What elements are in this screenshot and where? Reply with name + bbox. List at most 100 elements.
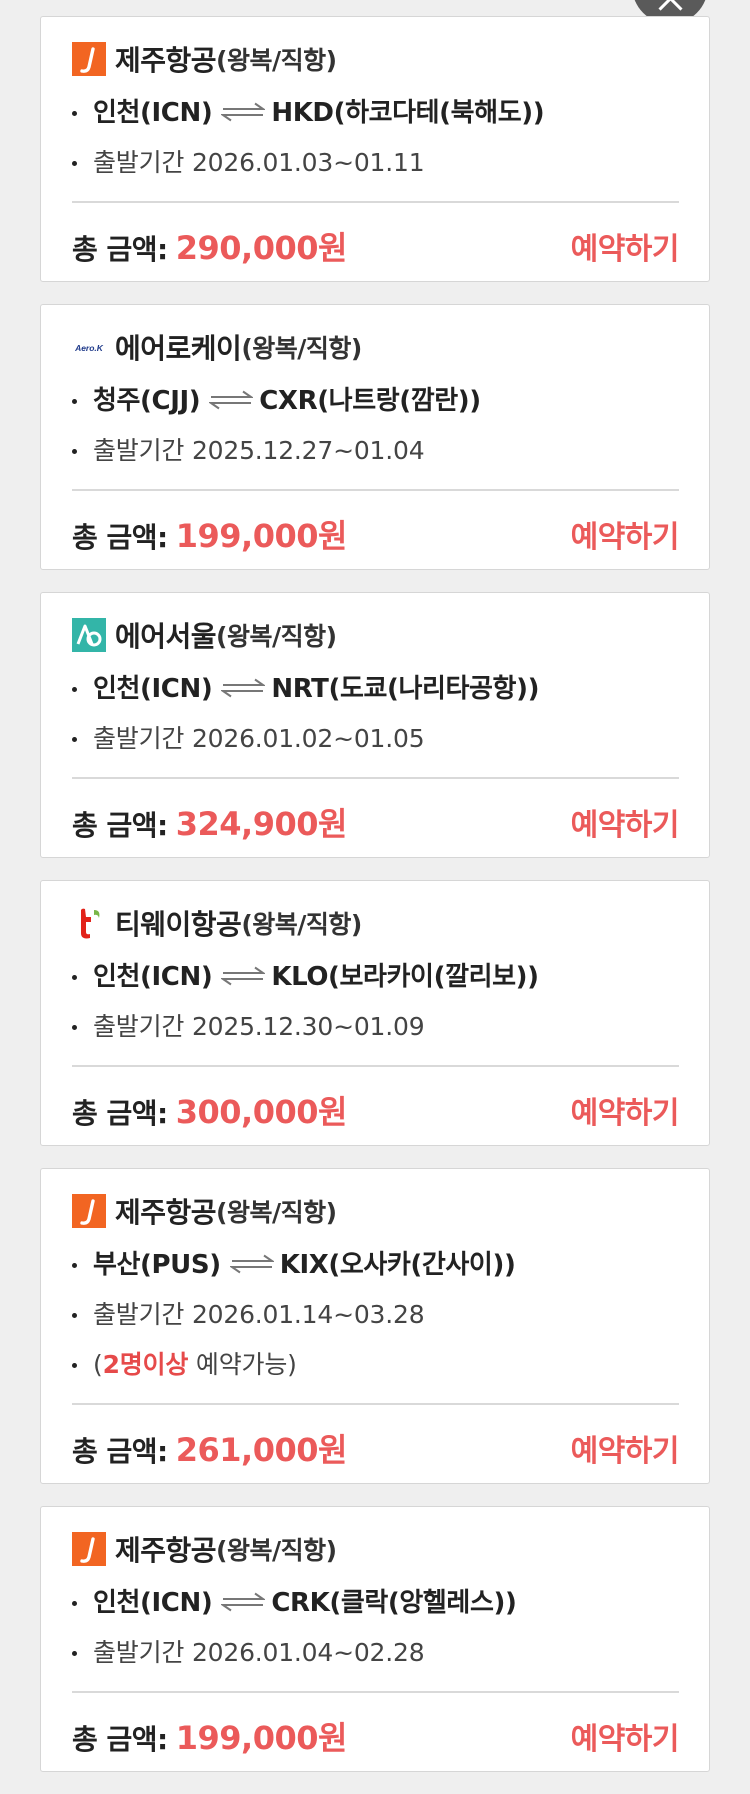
origin: 인천(ICN)	[93, 674, 213, 704]
deal-card[interactable]: Aero.K 에어로케이 (왕복/직항) 청주(CJJ) CXR(나트랑(깜란))…	[40, 304, 710, 570]
origin: 청주(CJJ)	[93, 386, 201, 416]
deal-card[interactable]: 에어서울 (왕복/직항) 인천(ICN) NRT(도쿄(나리타공항)) 출발기간 …	[40, 592, 710, 858]
total-label: 총 금액:	[72, 1723, 168, 1756]
departure-period: 출발기간 2026.01.02~01.05	[72, 721, 679, 757]
card-header: 제주항공 (왕복/직항)	[72, 41, 679, 77]
route: 인천(ICN) CRK(클락(앙헬레스))	[72, 1585, 679, 1621]
departure-period: 출발기간 2026.01.14~03.28	[72, 1297, 679, 1333]
total-label: 총 금액:	[72, 809, 168, 842]
total-price: 총 금액: 199,000원	[72, 1713, 347, 1759]
trip-type: (왕복/직항)	[241, 334, 362, 363]
card-footer: 총 금액: 261,000원 예약하기	[72, 1413, 680, 1483]
round-trip-arrows-icon	[221, 678, 266, 698]
card-header: 에어서울 (왕복/직항)	[72, 617, 679, 653]
round-trip-arrows-icon	[221, 1592, 266, 1612]
departure-period: 출발기간 2026.01.03~01.11	[72, 145, 679, 181]
total-label: 총 금액:	[72, 233, 168, 266]
total-price: 총 금액: 300,000원	[72, 1087, 347, 1133]
round-trip-arrows-icon	[221, 102, 266, 122]
origin: 부산(PUS)	[93, 1250, 221, 1280]
trip-type: (왕복/직항)	[216, 1536, 337, 1565]
card-footer: 총 금액: 199,000원 예약하기	[72, 499, 680, 569]
card-footer: 총 금액: 199,000원 예약하기	[72, 1701, 680, 1771]
card-footer: 총 금액: 300,000원 예약하기	[72, 1075, 680, 1145]
book-button[interactable]: 예약하기	[571, 224, 680, 268]
svg-text:Aero.K: Aero.K	[74, 343, 104, 353]
price-value: 290,000원	[175, 229, 348, 267]
trip-type: (왕복/직항)	[216, 1198, 337, 1227]
destination: KLO(보라카이(깔리보))	[271, 962, 539, 992]
round-trip-arrows-icon	[229, 1254, 274, 1274]
total-price: 총 금액: 290,000원	[72, 223, 347, 269]
airline-name: 티웨이항공	[115, 908, 242, 941]
airline-name: 제주항공	[115, 1196, 217, 1229]
airline-name: 제주항공	[115, 1534, 217, 1567]
divider	[72, 201, 679, 203]
trip-type: (왕복/직항)	[241, 910, 362, 939]
book-button[interactable]: 예약하기	[571, 512, 680, 556]
total-price: 총 금액: 199,000원	[72, 511, 347, 557]
price-value: 199,000원	[175, 517, 348, 555]
route: 부산(PUS) KIX(오사카(간사이))	[72, 1247, 679, 1283]
note-highlight: 2명이상	[102, 1350, 189, 1379]
air-seoul-logo	[72, 618, 106, 652]
divider	[72, 1065, 679, 1067]
total-label: 총 금액:	[72, 1097, 168, 1130]
divider	[72, 1691, 679, 1693]
trip-type: (왕복/직항)	[216, 46, 337, 75]
origin: 인천(ICN)	[93, 1588, 213, 1618]
tway-logo	[72, 906, 106, 940]
price-value: 261,000원	[175, 1431, 348, 1469]
total-label: 총 금액:	[72, 521, 168, 554]
route: 인천(ICN) NRT(도쿄(나리타공항))	[72, 671, 679, 707]
destination: CRK(클락(앙헬레스))	[271, 1588, 517, 1618]
round-trip-arrows-icon	[209, 390, 254, 410]
total-price: 총 금액: 324,900원	[72, 799, 347, 845]
card-header: 제주항공 (왕복/직항)	[72, 1531, 679, 1567]
route: 인천(ICN) KLO(보라카이(깔리보))	[72, 959, 679, 995]
note-rest: 예약가능)	[188, 1350, 297, 1379]
trip-type: (왕복/직항)	[216, 622, 337, 651]
destination: NRT(도쿄(나리타공항))	[271, 674, 540, 704]
divider	[72, 777, 679, 779]
card-header: 제주항공 (왕복/직항)	[72, 1193, 679, 1229]
destination: CXR(나트랑(깜란))	[259, 386, 481, 416]
deal-card[interactable]: 제주항공 (왕복/직항) 인천(ICN) HKD(하코다테(북해도)) 출발기간 …	[40, 16, 710, 282]
book-button[interactable]: 예약하기	[571, 1714, 680, 1758]
card-footer: 총 금액: 290,000원 예약하기	[72, 211, 680, 281]
deal-list: 제주항공 (왕복/직항) 인천(ICN) HKD(하코다테(북해도)) 출발기간 …	[40, 16, 710, 1794]
card-header: 티웨이항공 (왕복/직항)	[72, 905, 679, 941]
departure-period: 출발기간 2025.12.27~01.04	[72, 433, 679, 469]
departure-period: 출발기간 2026.01.04~02.28	[72, 1635, 679, 1671]
origin: 인천(ICN)	[93, 98, 213, 128]
deal-card[interactable]: 제주항공 (왕복/직항) 인천(ICN) CRK(클락(앙헬레스)) 출발기간 2…	[40, 1506, 710, 1772]
booking-note: (2명이상 예약가능)	[72, 1347, 679, 1383]
deal-card[interactable]: 티웨이항공 (왕복/직항) 인천(ICN) KLO(보라카이(깔리보)) 출발기간…	[40, 880, 710, 1146]
airline-name: 제주항공	[115, 44, 217, 77]
divider	[72, 489, 679, 491]
departure-period: 출발기간 2025.12.30~01.09	[72, 1009, 679, 1045]
price-value: 324,900원	[175, 805, 348, 843]
book-button[interactable]: 예약하기	[571, 1088, 680, 1132]
deal-card[interactable]: 제주항공 (왕복/직항) 부산(PUS) KIX(오사카(간사이)) 출발기간 2…	[40, 1168, 710, 1484]
price-value: 300,000원	[175, 1093, 348, 1131]
total-label: 총 금액:	[72, 1435, 168, 1468]
divider	[72, 1403, 679, 1405]
jeju-air-logo	[72, 1532, 106, 1566]
destination: HKD(하코다테(북해도))	[271, 98, 545, 128]
origin: 인천(ICN)	[93, 962, 213, 992]
round-trip-arrows-icon	[221, 966, 266, 986]
book-button[interactable]: 예약하기	[571, 1426, 680, 1470]
card-header: Aero.K 에어로케이 (왕복/직항)	[72, 329, 679, 365]
note-open: (	[93, 1350, 103, 1379]
jeju-air-logo	[72, 42, 106, 76]
route: 청주(CJJ) CXR(나트랑(깜란))	[72, 383, 679, 419]
airline-name: 에어서울	[115, 620, 217, 653]
book-button[interactable]: 예약하기	[571, 800, 680, 844]
airline-name: 에어로케이	[115, 332, 242, 365]
card-footer: 총 금액: 324,900원 예약하기	[72, 787, 680, 857]
jeju-air-logo	[72, 1194, 106, 1228]
destination: KIX(오사카(간사이))	[279, 1250, 516, 1280]
total-price: 총 금액: 261,000원	[72, 1425, 347, 1471]
aerok-logo: Aero.K	[72, 330, 106, 364]
